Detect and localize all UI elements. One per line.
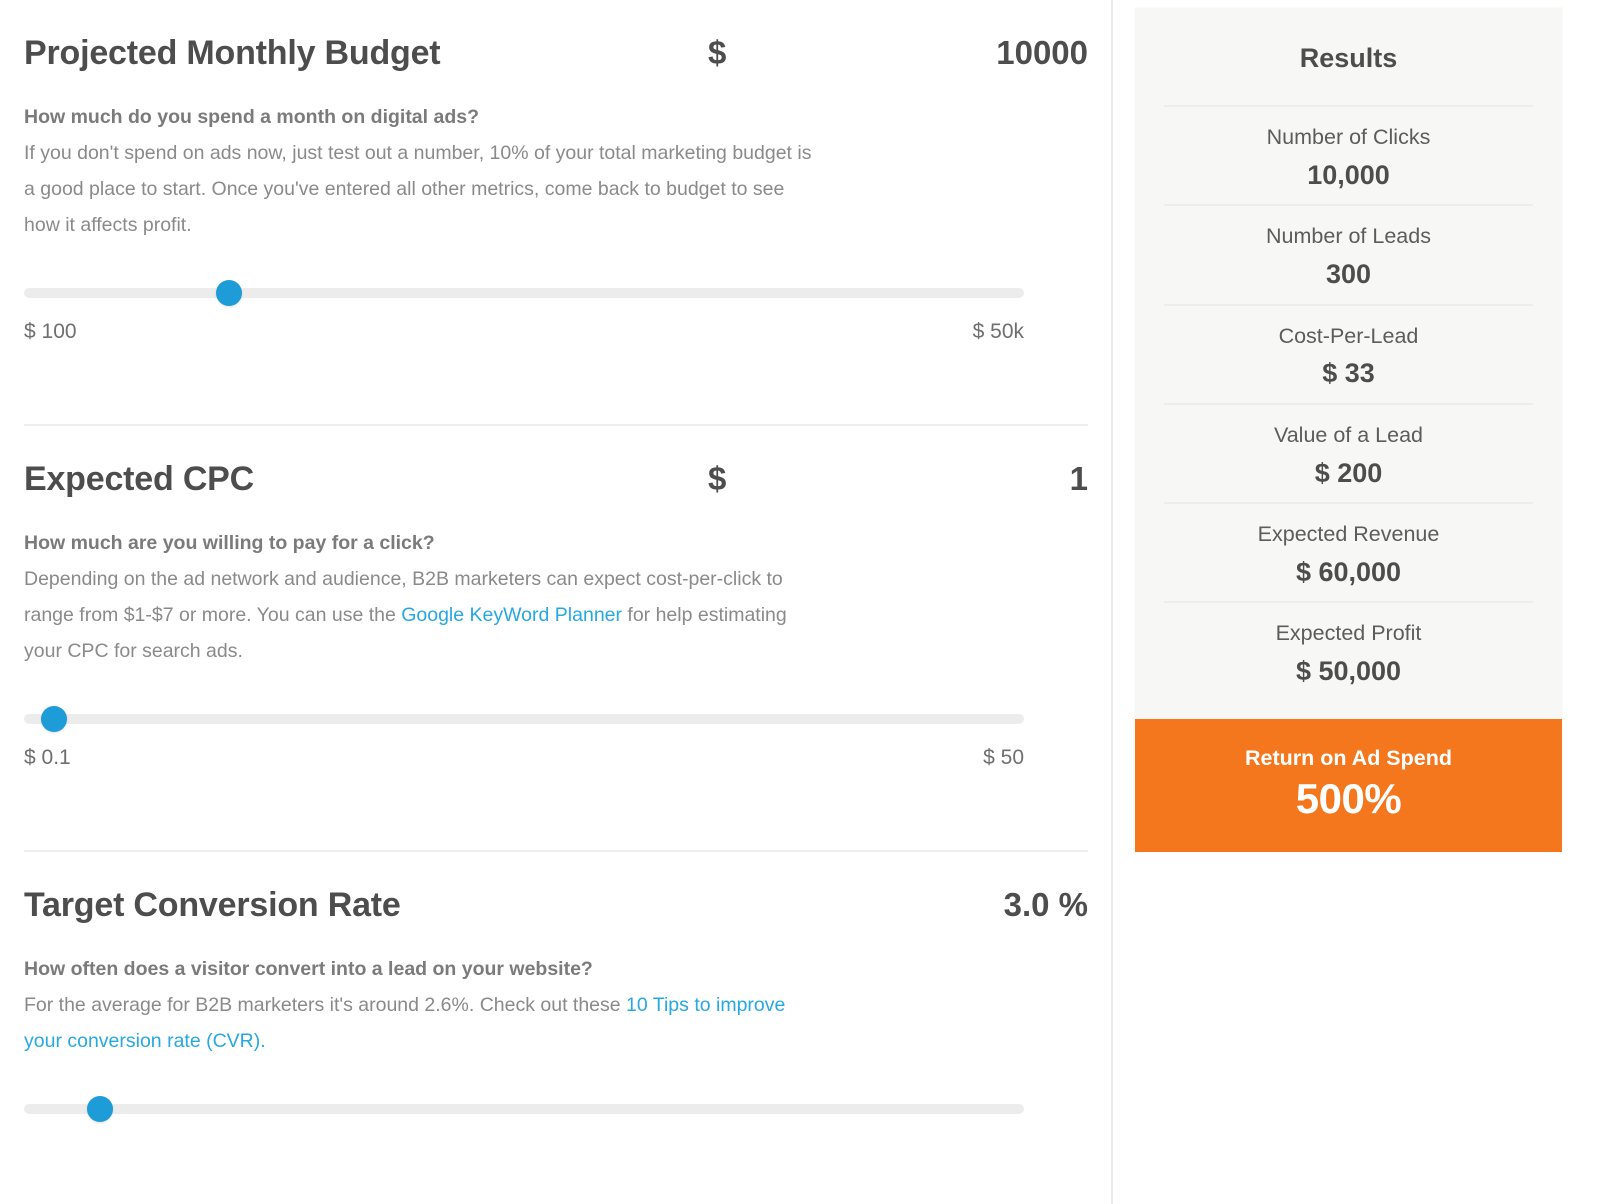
slider-max-label: $ 50k [972,319,1024,343]
section-question: How often does a visitor convert into a … [24,957,593,980]
section-help-text: If you don't spend on ads now, just test… [24,136,814,244]
section-value: $ 10000 [708,34,1088,72]
slider-min-label: $ 0.1 [24,745,71,769]
calculator-page: Projected Monthly Budget $ 10000 How muc… [0,0,1600,1204]
budget-slider-block: $ 100 $ 50k [24,279,1088,344]
result-value: $ 60,000 [1295,556,1402,587]
currency-symbol: $ [708,459,727,497]
slider-min-label: $ 100 [24,319,77,343]
result-value: $ 50,000 [1295,656,1402,687]
section-projected-monthly-budget: Projected Monthly Budget $ 10000 How muc… [24,0,1088,390]
cpc-slider-scale: $ 0.1 $ 50 [24,746,1024,770]
results-column: Results Number of Clicks 10,000 Number o… [1112,0,1600,1204]
value-display: 1 [1069,459,1088,497]
section-expected-cpc: Expected CPC $ 1 How much are you willin… [24,423,1088,816]
section-header: Expected CPC $ 1 [24,460,1088,504]
result-row: Number of Clicks 10,000 [1164,105,1533,204]
value-display: 10000 [996,34,1088,71]
result-label: Number of Clicks [1266,125,1431,149]
results-card: Results Number of Clicks 10,000 Number o… [1135,8,1562,852]
roas-label: Return on Ad Spend [1244,745,1453,770]
section-question: How much do you spend a month on digital… [24,106,480,128]
result-value: 10,000 [1307,159,1390,190]
result-value: $ 33 [1322,358,1375,389]
cpc-slider-thumb[interactable] [41,705,67,732]
budget-slider-thumb[interactable] [216,279,242,306]
section-value: $ 1 [708,460,1088,498]
cvr-slider-block [24,1095,1088,1122]
section-help-text: Depending on the ad network and audience… [24,562,824,670]
return-on-ad-spend-box: Return on Ad Spend 500% [1135,718,1562,852]
section-header: Target Conversion Rate 3.0 % [24,886,1088,930]
section-title: Expected CPC [24,459,255,498]
slider-max-label: $ 50 [983,745,1024,769]
roas-value: 500% [1295,775,1402,823]
result-row: Expected Profit $ 50,000 [1164,601,1533,700]
result-value: $ 200 [1314,457,1383,488]
help-text-body: If you don't spend on ads now, just test… [24,142,812,237]
cpc-slider-track[interactable] [24,705,1024,732]
section-help-text: For the average for B2B marketers it's a… [24,988,824,1060]
cvr-slider-track[interactable] [24,1095,1024,1122]
result-row: Value of a Lead $ 200 [1164,402,1533,502]
cvr-slider-thumb[interactable] [87,1095,113,1122]
result-label: Expected Revenue [1257,522,1440,547]
result-row: Expected Revenue $ 60,000 [1164,502,1533,601]
budget-slider-scale: $ 100 $ 50k [24,320,1024,344]
section-header: Projected Monthly Budget $ 10000 [24,34,1088,78]
value-display: 3.0 % [1003,885,1088,923]
google-keyword-planner-link[interactable]: Google KeyWord Planner [401,604,622,626]
result-label: Number of Leads [1266,224,1431,249]
result-value: 300 [1325,259,1372,290]
section-title: Target Conversion Rate [24,885,401,924]
inputs-column: Projected Monthly Budget $ 10000 How muc… [0,0,1113,1204]
result-row: Cost-Per-Lead $ 33 [1164,303,1533,403]
result-row: Number of Leads 300 [1164,204,1533,303]
section-target-conversion-rate: Target Conversion Rate 3.0 % How often d… [24,849,1088,1122]
section-question: How much are you willing to pay for a cl… [24,531,435,554]
currency-symbol: $ [708,34,727,71]
cpc-slider-block: $ 0.1 $ 50 [24,705,1088,770]
section-title: Projected Monthly Budget [24,34,441,72]
result-label: Value of a Lead [1273,422,1424,447]
result-label: Cost-Per-Lead [1278,323,1419,348]
budget-slider-track[interactable] [24,279,1024,306]
result-label: Expected Profit [1275,621,1422,646]
results-panel-title: Results [1299,43,1398,73]
help-text-body: For the average for B2B marketers it's a… [24,994,627,1017]
section-value: 3.0 % [1004,886,1088,924]
